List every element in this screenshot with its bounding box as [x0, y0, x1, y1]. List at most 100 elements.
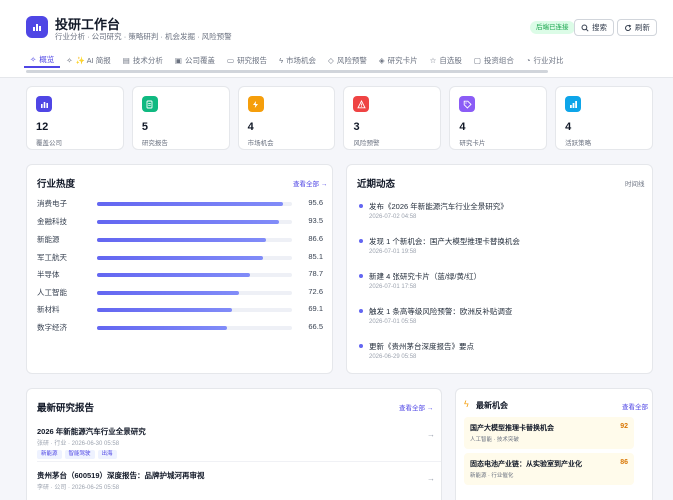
- app-logo: [26, 16, 48, 38]
- document-icon: ▭: [226, 55, 235, 65]
- search-button[interactable]: 搜索: [574, 19, 614, 36]
- heat-bar-fill: [97, 238, 266, 242]
- heat-bar-fill: [97, 273, 251, 277]
- latest-opportunities-panel: ϟ 最新机会 查看全部 国产大模型推理卡替换机会 人工智能 · 技术突破 92 …: [455, 388, 653, 500]
- industry-name: 消费电子: [37, 199, 67, 208]
- stat-value: 3: [353, 121, 360, 133]
- tab-technical-analysis[interactable]: ▤ 技术分析: [117, 52, 169, 68]
- report-item[interactable]: 贵州茅台（600519）深度报告：品牌护城河再审视 李研 · 公司 · 2026…: [37, 470, 441, 500]
- timeline-link[interactable]: 时间线: [625, 178, 645, 188]
- briefcase-icon: ▢: [473, 55, 481, 65]
- activity-time: 2026-07-01 05:58: [369, 319, 417, 325]
- industry-name: 军工航天: [37, 253, 67, 262]
- heat-bar-track: [97, 326, 292, 330]
- tab-ai-brief[interactable]: ✧ ✨ AI 简报: [60, 52, 116, 68]
- industry-row[interactable]: 半导体 78.7: [37, 269, 323, 281]
- report-meta: 张研 · 行业 · 2026-06-30 05:58: [37, 441, 120, 447]
- latest-opportunities-title: 最新机会: [476, 401, 508, 410]
- activity-time: 2026-06-29 05:58: [369, 354, 417, 360]
- heat-bar-track: [97, 238, 292, 242]
- stat-card-strategies[interactable]: 4 活跃策略: [555, 86, 653, 150]
- opportunity-subtitle: 人工智能 · 技术突破: [470, 437, 519, 443]
- stat-label: 活跃策略: [565, 140, 592, 147]
- heat-bar-fill: [97, 326, 227, 330]
- refresh-button-label: 刷新: [635, 23, 650, 32]
- industry-row[interactable]: 新能源 86.6: [37, 234, 323, 246]
- report-tag: 新能源: [37, 450, 62, 459]
- industry-heat-view-all-link[interactable]: 查看全部 →: [293, 178, 327, 188]
- search-icon: [581, 24, 589, 32]
- opportunity-item[interactable]: 国产大模型推理卡替换机会 人工智能 · 技术突破 92: [464, 417, 634, 449]
- stat-card-reports[interactable]: 5 研究报告: [131, 86, 230, 150]
- activity-text: 新建 4 张研究卡片（蓝/绿/黄/红）: [369, 272, 482, 281]
- opportunity-title: 国产大模型推理卡替换机会: [470, 425, 554, 432]
- tab-label: 风险预警: [336, 55, 367, 65]
- tab-research-cards[interactable]: ◈ 研究卡片: [373, 52, 424, 68]
- report-tags: 新能源 智能驾驶 出海: [37, 450, 117, 459]
- tab-industry-compare[interactable]: ◔ 行业对比: [520, 52, 570, 68]
- arrow-right-icon: →: [427, 474, 435, 483]
- pie-icon: ◔: [525, 55, 531, 65]
- industry-row[interactable]: 数字经济 66.5: [37, 322, 323, 334]
- industry-row[interactable]: 军工航天 85.1: [37, 252, 323, 264]
- tab-overview[interactable]: ✧ 概览: [24, 52, 61, 68]
- activity-text: 触发 1 条高等级风险预警：欧洲反补贴调查: [369, 307, 513, 316]
- tag-icon: ◈: [378, 55, 385, 65]
- industry-score: 78.7: [308, 269, 323, 278]
- stat-label: 风险预警: [353, 140, 380, 147]
- bolt-icon: [247, 96, 264, 112]
- report-tag: 智能驾驶: [64, 450, 95, 459]
- chart-icon: [36, 96, 52, 112]
- tabs-scrollbar[interactable]: [26, 70, 548, 73]
- tab-label: 研究卡片: [387, 55, 418, 65]
- opportunity-title: 固态电池产业链：从实验室到产业化: [470, 461, 582, 468]
- report-title: 贵州茅台（600519）深度报告：品牌护城河再审视: [37, 471, 205, 480]
- bolt-icon: ϟ: [464, 399, 469, 409]
- bar-chart-icon: [33, 24, 41, 31]
- stat-label: 市场机会: [247, 140, 274, 147]
- strategy-icon: [565, 96, 582, 112]
- stat-card-research-cards[interactable]: 4 研究卡片: [449, 86, 548, 150]
- activity-time: 2026-07-02 04:58: [369, 214, 417, 220]
- refresh-button[interactable]: 刷新: [617, 19, 657, 36]
- tab-research-reports[interactable]: ▭ 研究报告: [221, 52, 273, 68]
- opportunity-item[interactable]: 固态电池产业链：从实验室到产业化 新能源 · 行业催化 86: [464, 453, 634, 485]
- recent-activity-title: 近期动态: [357, 179, 396, 190]
- stat-value: 5: [141, 121, 148, 133]
- heat-bar-track: [97, 308, 292, 312]
- industry-row[interactable]: 新材料 69.1: [37, 304, 323, 316]
- industry-row[interactable]: 消费电子 95.6: [37, 198, 323, 210]
- tab-label: 投资组合: [483, 55, 514, 65]
- tab-market-opportunities[interactable]: ϟ 市场机会: [273, 52, 322, 68]
- stat-label: 研究报告: [141, 140, 168, 147]
- stat-card-companies[interactable]: 12 覆盖公司: [26, 86, 124, 150]
- industry-name: 半导体: [37, 270, 60, 279]
- stat-card-opportunities[interactable]: 4 市场机会: [237, 86, 336, 150]
- heat-bar-track: [97, 256, 292, 260]
- industry-row[interactable]: 金融科技 93.5: [37, 216, 323, 228]
- activity-time: 2026-07-01 19:58: [369, 249, 417, 255]
- stat-card-risk-alerts[interactable]: 3 风险预警: [343, 86, 442, 150]
- industry-row[interactable]: 人工智能 72.6: [37, 287, 323, 299]
- industry-score: 72.6: [308, 287, 323, 296]
- building-icon: ▣: [174, 55, 182, 65]
- activity-text: 发现 1 个新机会：国产大模型推理卡替换机会: [369, 237, 520, 246]
- activity-dot: [359, 274, 363, 278]
- star-icon: ☆: [429, 55, 437, 65]
- heat-bar-fill: [97, 291, 239, 295]
- opportunities-view-all-link[interactable]: 查看全部: [622, 401, 648, 411]
- tab-label: 自选股: [439, 55, 462, 65]
- opportunity-score: 92: [620, 423, 628, 430]
- tab-risk-alerts[interactable]: ◇ 风险预警: [322, 52, 373, 68]
- tag-icon: [459, 96, 476, 112]
- reports-view-all-link[interactable]: 查看全部 →: [399, 402, 433, 412]
- tab-watchlist[interactable]: ☆ 自选股: [424, 52, 468, 68]
- tab-portfolio[interactable]: ▢ 投资组合: [468, 52, 520, 68]
- heat-bar-track: [97, 291, 292, 295]
- warning-icon: [353, 96, 370, 112]
- tab-label: 研究报告: [237, 55, 268, 65]
- industry-name: 金融科技: [37, 217, 67, 226]
- tab-company-coverage[interactable]: ▣ 公司覆盖: [169, 52, 221, 68]
- report-item[interactable]: 2026 年新能源汽车行业全景研究 张研 · 行业 · 2026-06-30 0…: [37, 426, 441, 462]
- tab-label: 市场机会: [286, 55, 317, 65]
